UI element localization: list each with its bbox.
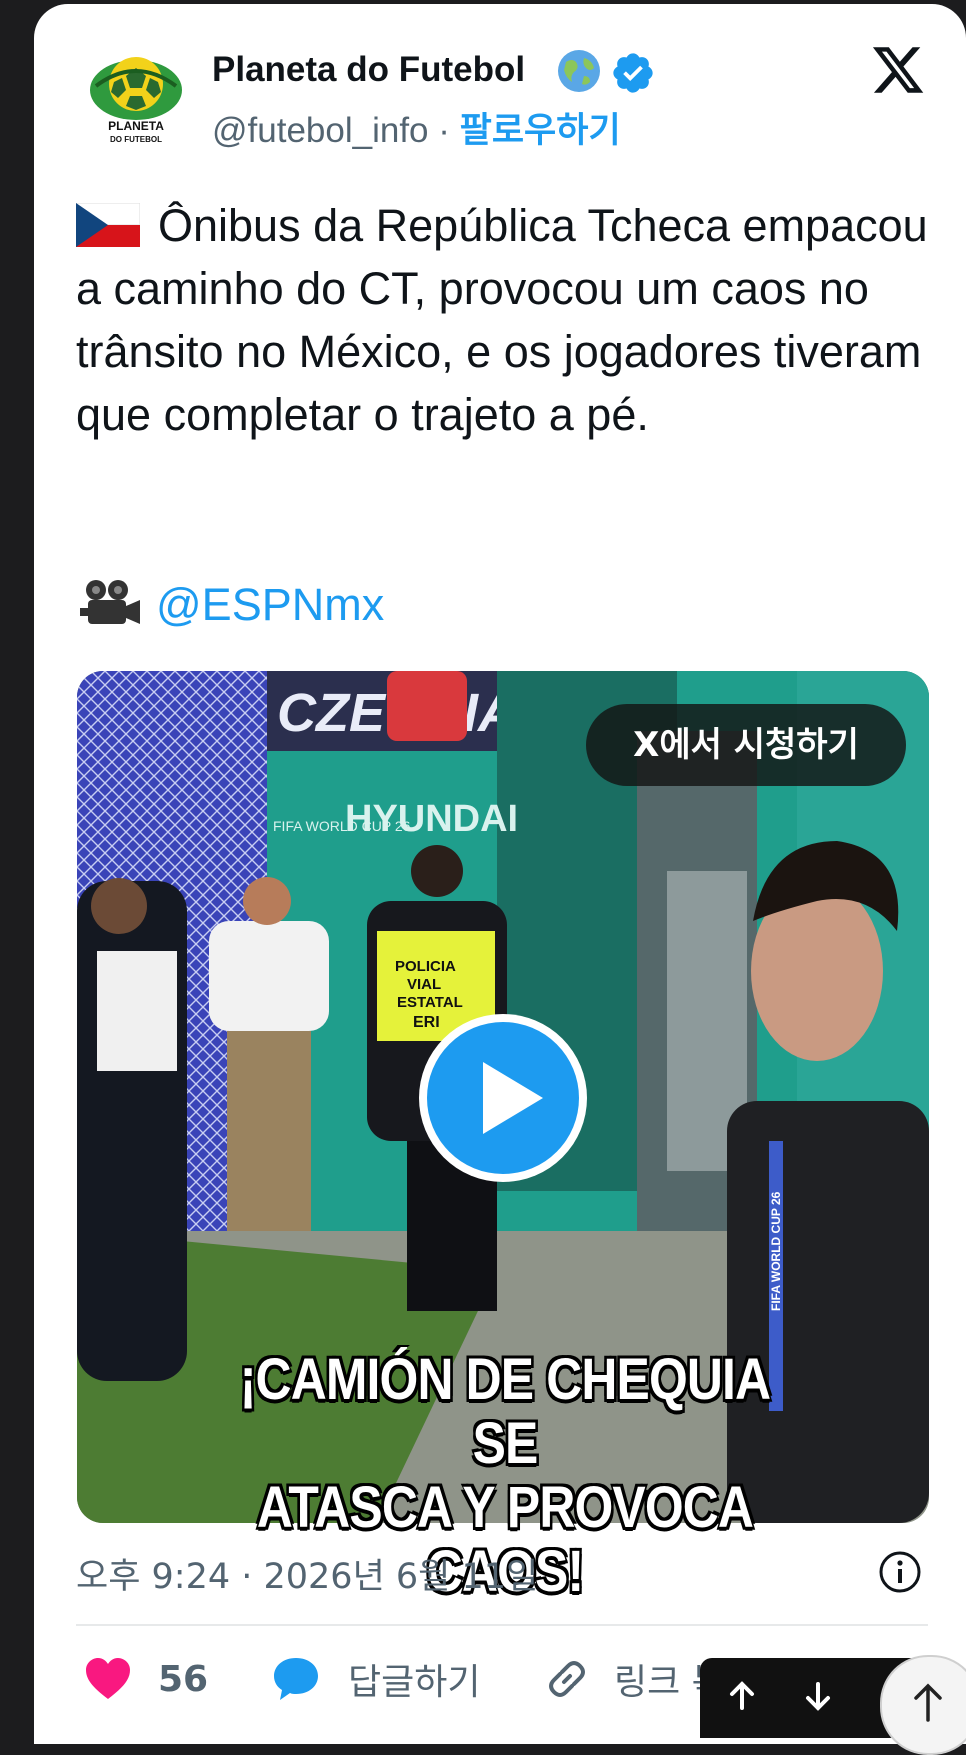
lanyard-text: FIFA WORLD CUP 26 [769, 1191, 783, 1311]
logo-text-bottom: DO FUTEBOL [110, 135, 162, 144]
globe-emoji-icon [558, 50, 600, 92]
vest-text-2: VIAL [407, 976, 441, 993]
follow-button[interactable]: 팔로우하기 [460, 111, 621, 150]
watch-on-x-button[interactable]: X에서 시청하기 [586, 704, 906, 786]
author-name[interactable]: Planeta do Futebol [212, 50, 525, 90]
separator-dot: · [438, 111, 450, 150]
logo-text-top: PLANETA [108, 119, 164, 133]
arrow-up-icon[interactable] [724, 1678, 760, 1714]
handle-row: @futebol_info · 팔로우하기 [212, 102, 621, 153]
caption-line-1: ¡CAMIÓN DE CHEQUIA SE [239, 1347, 771, 1476]
link-icon [549, 1661, 585, 1697]
reply-button[interactable]: 답글하기 [272, 1652, 480, 1706]
reply-bubble-icon [274, 1658, 318, 1700]
x-logo-icon[interactable] [868, 42, 928, 98]
credit-line: @ESPNmx [78, 578, 384, 631]
arrow-down-icon[interactable] [800, 1678, 836, 1714]
espnmx-mention-link[interactable]: @ESPNmx [156, 579, 384, 630]
tweet-text: Ônibus da República Tcheca empacou a cam… [76, 194, 936, 446]
verified-badge-icon [613, 53, 653, 93]
copy-link-button[interactable]: 링크 복 [544, 1652, 725, 1706]
actions-divider [76, 1624, 928, 1626]
author-handle[interactable]: @futebol_info [212, 111, 429, 150]
like-count: 56 [158, 1658, 209, 1700]
movie-camera-icon [80, 580, 140, 624]
tweet-timestamp[interactable]: 오후 9:24 · 2026년 6월 11일 [76, 1548, 538, 1599]
scroll-to-top-arrow-icon [914, 1683, 942, 1722]
play-button-icon[interactable] [415, 1010, 591, 1186]
like-button[interactable]: 56 [84, 1652, 208, 1706]
czech-flag-icon [76, 203, 140, 247]
heart-icon [86, 1658, 130, 1699]
vest-text-3: ESTATAL [397, 994, 463, 1011]
planeta-do-futebol-logo[interactable]: PLANETA DO FUTEBOL [86, 46, 186, 146]
tweet-body-text: Ônibus da República Tcheca empacou a cam… [76, 200, 928, 440]
bus-event-text: FIFA WORLD CUP 26 [273, 818, 411, 834]
vest-text-1: POLICIA [395, 958, 456, 975]
info-icon[interactable] [878, 1550, 922, 1594]
reply-label: 답글하기 [348, 1662, 481, 1703]
